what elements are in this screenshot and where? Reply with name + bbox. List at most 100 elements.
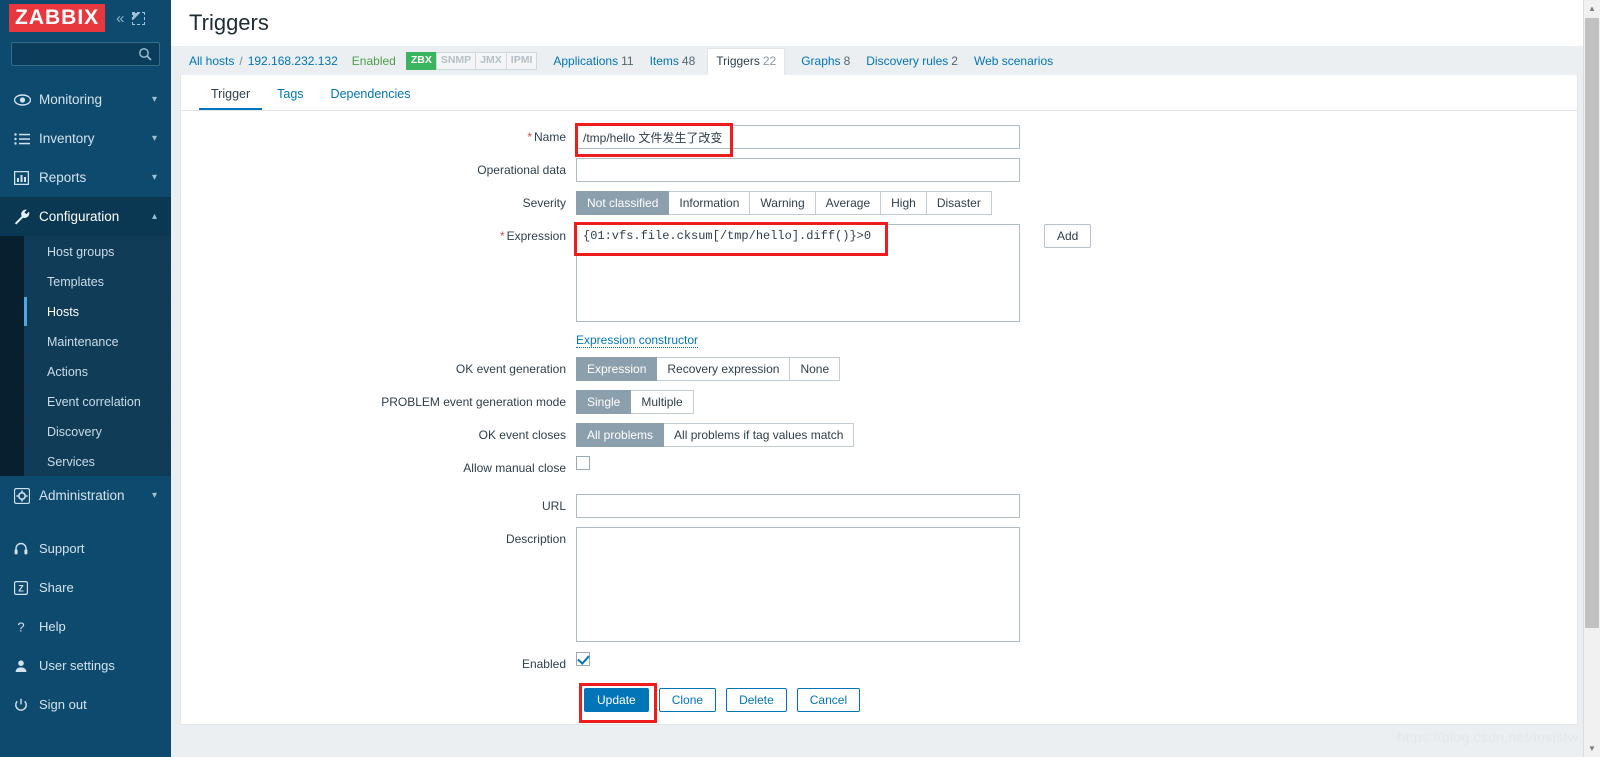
ok-event-generation-segmented-control: Expression Recovery expression None [576,357,841,381]
zabbix-share-icon: Z [14,580,39,595]
question-icon: ? [14,620,39,634]
sidebar-lower-nav: Support Z Share ? Help User settings Sig… [0,529,171,724]
problem-event-mode-option-multiple[interactable]: Multiple [631,390,694,414]
link-items[interactable]: Items 48 [650,54,696,68]
link-applications[interactable]: Applications 11 [553,54,633,68]
sidebar-item-templates[interactable]: Templates [24,266,171,296]
severity-option-high[interactable]: High [881,191,927,215]
expression-textarea[interactable] [576,224,1020,322]
ok-event-closes-option-all-problems[interactable]: All problems [576,423,665,447]
sidebar-item-host-groups[interactable]: Host groups [24,236,171,266]
severity-option-disaster[interactable]: Disaster [926,191,992,215]
configuration-submenu: Host groups Templates Hosts Maintenance … [0,236,171,476]
badge-jmx[interactable]: JMX [475,51,507,70]
link-count: 22 [762,54,777,68]
problem-event-mode-option-single[interactable]: Single [576,390,632,414]
submenu-item-label: Discovery [47,424,102,439]
tab-dependencies[interactable]: Dependencies [319,83,423,110]
label-name: * Name [527,130,566,144]
link-count: 48 [681,53,696,68]
url-input[interactable] [576,494,1020,518]
scroll-up-arrow[interactable]: ▲ [1584,0,1600,17]
sidebar-item-reports[interactable]: Reports ▾ [0,158,171,197]
link-label: Triggers [716,54,760,68]
sidebar-item-hosts[interactable]: Hosts [24,296,171,326]
sidebar-item-configuration[interactable]: Configuration ▴ [0,197,171,236]
ok-event-generation-option-expression[interactable]: Expression [576,357,658,381]
update-button[interactable]: Update [584,688,649,712]
sidebar-item-support[interactable]: Support [0,529,171,568]
sidebar-item-discovery[interactable]: Discovery [24,416,171,446]
label-problem-event-generation-mode: PROBLEM event generation mode [381,395,566,409]
severity-option-warning[interactable]: Warning [750,191,816,215]
hide-sidebar-icon[interactable] [131,11,145,25]
sidebar-item-services[interactable]: Services [24,446,171,476]
chevron-down-icon: ▾ [151,133,157,144]
sidebar-item-label: Monitoring [39,92,103,107]
ok-event-closes-segmented-control: All problems All problems if tag values … [576,423,855,447]
label-ok-event-generation: OK event generation [455,362,566,376]
sidebar-item-maintenance[interactable]: Maintenance [24,326,171,356]
sidebar-item-user-settings[interactable]: User settings [0,646,171,685]
ok-event-generation-option-recovery-expression[interactable]: Recovery expression [657,357,791,381]
badge-zbx[interactable]: ZBX [405,51,437,70]
sidebar-item-share[interactable]: Z Share [0,568,171,607]
severity-option-average[interactable]: Average [815,191,882,215]
link-count: 11 [621,53,634,68]
page-title: Triggers [189,10,269,35]
chevron-down-icon: ▾ [151,94,157,105]
badge-ipmi[interactable]: IPMI [505,51,538,70]
headset-icon [14,542,39,556]
sidebar-item-sign-out[interactable]: Sign out [0,685,171,724]
field-row-operational-data: Operational data [181,158,1577,182]
add-expression-button[interactable]: Add [1044,224,1092,248]
clone-button[interactable]: Clone [658,688,717,712]
breadcrumb-host[interactable]: 192.168.232.132 [248,54,338,68]
sidebar-nav: Monitoring ▾ Inventory ▾ Reports ▾ Confi… [0,80,171,724]
sidebar: ZABBIX « Monitoring ▾ Inventory ▾ Report… [0,0,200,757]
operational-data-input[interactable] [576,158,1020,182]
sidebar-item-monitoring[interactable]: Monitoring ▾ [0,80,171,119]
link-graphs[interactable]: Graphs 8 [801,54,850,68]
badge-snmp[interactable]: SNMP [435,51,477,70]
breadcrumb-all-hosts[interactable]: All hosts [189,54,234,68]
ok-event-generation-option-none[interactable]: None [790,357,841,381]
chevron-down-icon: ▾ [151,172,157,183]
submenu-item-label: Services [47,454,95,469]
search-icon[interactable] [138,47,152,64]
sidebar-item-actions[interactable]: Actions [24,356,171,386]
allow-manual-close-checkbox[interactable] [576,456,590,470]
severity-option-information[interactable]: Information [669,191,751,215]
watermark: https://blog.csdn.net/Insistw [1397,729,1578,745]
scroll-down-arrow[interactable]: ▼ [1584,740,1600,757]
tab-tags[interactable]: Tags [265,83,315,110]
severity-segmented-control: Not classified Information Warning Avera… [576,191,992,215]
sidebar-item-event-correlation[interactable]: Event correlation [24,386,171,416]
page-scrollbar[interactable]: ▲ ▼ [1583,0,1600,757]
collapse-sidebar-icon[interactable]: « [116,11,124,26]
name-input[interactable] [576,125,1020,149]
user-icon [14,659,39,673]
enabled-checkbox[interactable] [576,652,590,666]
field-row-ok-event-closes: OK event closes All problems All problem… [181,423,1577,447]
link-discovery-rules[interactable]: Discovery rules 2 [866,54,958,68]
scrollbar-thumb[interactable] [1585,18,1599,628]
cancel-button[interactable]: Cancel [796,688,861,712]
description-textarea[interactable] [576,527,1020,642]
delete-button[interactable]: Delete [726,688,787,712]
sidebar-item-administration[interactable]: Administration ▾ [0,476,171,515]
breadcrumb: All hosts / 192.168.232.132 Enabled ZBX … [171,46,1600,75]
label-expression: * Expression [499,229,566,243]
page-title-bar: Triggers [171,0,1600,46]
link-triggers[interactable]: Triggers 22 [707,48,786,75]
chart-icon [14,170,39,185]
severity-option-not-classified[interactable]: Not classified [576,191,670,215]
link-web-scenarios[interactable]: Web scenarios [974,54,1053,68]
tab-trigger[interactable]: Trigger [199,83,263,110]
sidebar-item-inventory[interactable]: Inventory ▾ [0,119,171,158]
ok-event-closes-option-tag-values-match[interactable]: All problems if tag values match [664,423,855,447]
expression-constructor-link[interactable]: Expression constructor [576,333,699,348]
field-row-problem-event-generation-mode: PROBLEM event generation mode Single Mul… [181,390,1577,414]
sidebar-item-help[interactable]: ? Help [0,607,171,646]
problem-event-generation-mode-segmented-control: Single Multiple [576,390,694,414]
